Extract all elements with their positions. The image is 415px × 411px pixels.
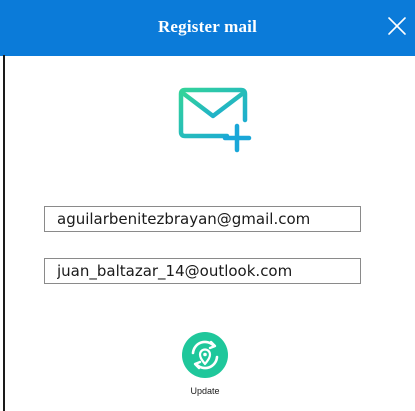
title-bar: Register mail [0, 0, 415, 56]
sync-location-icon [182, 332, 228, 378]
update-button[interactable] [181, 331, 229, 379]
dialog-title: Register mail [157, 17, 258, 36]
email-field-2[interactable] [44, 258, 361, 284]
close-button[interactable] [383, 12, 411, 40]
close-icon [388, 17, 406, 35]
email-field-1[interactable] [44, 206, 361, 232]
update-label: Update [190, 386, 220, 396]
mail-add-icon [178, 87, 252, 153]
window-border [3, 55, 5, 411]
register-mail-dialog: Register mail aguilarbenitezbrayan@gmail… [0, 0, 415, 411]
